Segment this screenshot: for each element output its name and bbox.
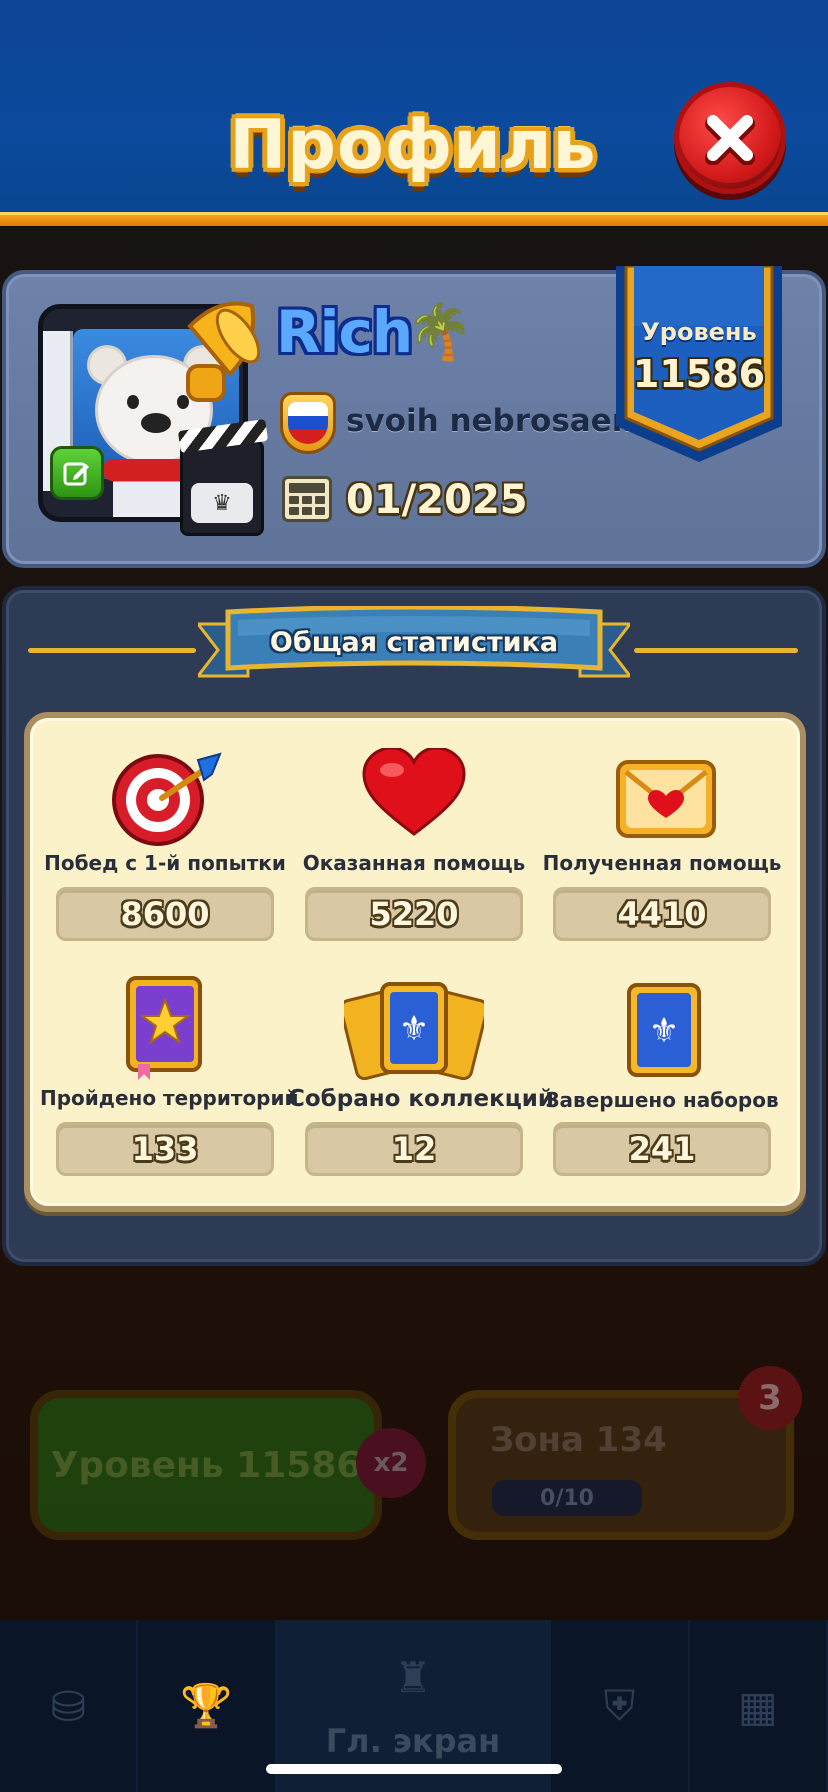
stat-label: Пройдено территорий <box>40 1086 299 1110</box>
nav-trophy-icon: 🏆 <box>138 1620 277 1792</box>
close-icon <box>705 115 755 165</box>
clapperboard-icon: ♛ <box>177 418 269 536</box>
palm-tree-icon: 🌴 <box>406 300 473 363</box>
bear-nose <box>141 413 171 433</box>
heading-line-left <box>28 648 196 653</box>
background-zone-title: Зона 134 <box>490 1420 667 1460</box>
home-indicator[interactable] <box>266 1764 562 1774</box>
nav-team-icon: ⛨ <box>551 1620 690 1792</box>
bear-eye <box>127 395 139 409</box>
player-name: Rich 🌴 <box>276 298 473 366</box>
svg-text:⚜: ⚜ <box>649 1011 679 1051</box>
stat-label: Завершено наборов <box>545 1088 779 1112</box>
stat-value: 12 <box>305 1122 523 1176</box>
stat-value: 5220 <box>305 887 523 941</box>
background-multiplier-badge: x2 <box>356 1428 426 1498</box>
background-level-button: Уровень 11586 <box>30 1390 382 1540</box>
edit-icon <box>63 462 89 486</box>
russia-flag-icon <box>288 402 328 444</box>
album-star-icon <box>126 976 202 1080</box>
background-zone-progress: 0/10 <box>492 1480 642 1516</box>
stat-value: 133 <box>56 1122 274 1176</box>
stat-value: 4410 <box>553 887 771 941</box>
stat-label: Полученная помощь <box>542 851 782 875</box>
edit-profile-button[interactable] <box>50 446 104 500</box>
stat-label: Собрано коллекций <box>288 1086 555 1112</box>
team-badge[interactable] <box>280 392 336 454</box>
crown-icon: ♛ <box>191 483 253 523</box>
stat-value: 8600 <box>56 887 274 941</box>
trumpet-icon <box>186 301 260 402</box>
svg-text:⚜: ⚜ <box>399 1009 429 1049</box>
join-date: 01/2025 <box>346 477 528 523</box>
background-zone-badge: 3 <box>738 1366 802 1430</box>
close-button[interactable] <box>674 82 786 194</box>
envelope-heart-icon <box>616 760 716 838</box>
team-name[interactable]: svoih nebrosaem <box>346 396 644 446</box>
stat-value: 241 <box>553 1122 771 1176</box>
heading-line-right <box>634 648 798 653</box>
stat-label: Побед с 1-й попытки <box>44 851 286 875</box>
card-set-icon: ⚜ <box>627 983 701 1077</box>
stat-label: Оказанная помощь <box>302 851 526 875</box>
level-value: 11586 <box>632 352 766 396</box>
stats-heading: Общая статистика <box>269 626 559 658</box>
target-icon <box>112 752 222 846</box>
player-name-text: Rich <box>276 298 413 366</box>
nav-home-label: Гл. экран <box>325 1721 501 1760</box>
nav-shop-icon: ⛁ <box>0 1620 139 1792</box>
heart-icon <box>362 748 466 836</box>
header-divider <box>0 212 828 226</box>
card-collection-icon: ⚜ <box>344 982 484 1080</box>
level-label: Уровень <box>641 318 757 346</box>
calendar-icon <box>282 476 332 522</box>
nav-cards-icon: ▦ <box>690 1620 828 1792</box>
page-title: Профиль <box>229 105 597 185</box>
castle-icon: ♜ <box>394 1652 432 1702</box>
